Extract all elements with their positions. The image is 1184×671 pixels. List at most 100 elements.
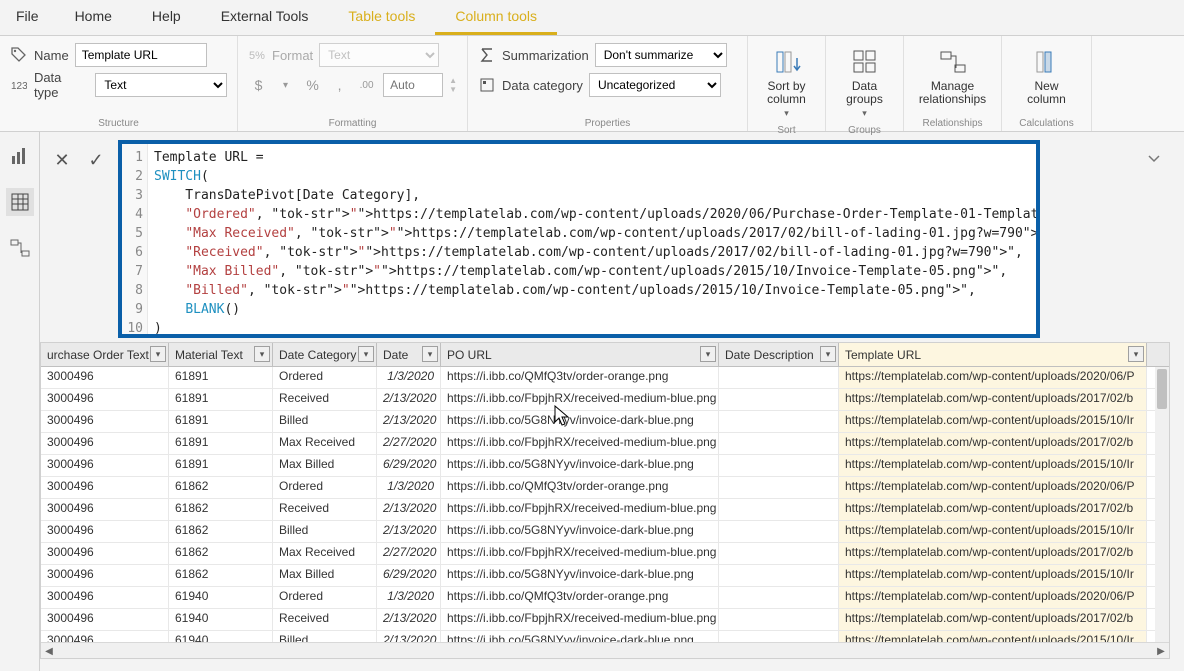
table-cell[interactable]: 61891 [169,433,273,454]
table-cell[interactable] [719,565,839,586]
report-view-button[interactable] [6,142,34,170]
column-filter-button[interactable]: ▾ [358,346,374,362]
column-filter-button[interactable]: ▾ [150,346,166,362]
tab-home[interactable]: Home [55,0,132,35]
table-cell[interactable]: 3000496 [41,477,169,498]
table-cell[interactable]: https://i.ibb.co/FbpjhRX/received-medium… [441,389,719,410]
table-cell[interactable]: Ordered [273,367,377,388]
table-cell[interactable]: Received [273,499,377,520]
table-cell[interactable]: 2/13/2020 [377,411,441,432]
table-row[interactable]: 300049661862Billed2/13/2020https://i.ibb… [41,521,1169,543]
table-cell[interactable]: 61862 [169,565,273,586]
table-cell[interactable] [719,543,839,564]
horizontal-scrollbar[interactable]: ◀ ▶ [41,642,1169,658]
table-cell[interactable]: 3000496 [41,433,169,454]
table-cell[interactable] [719,631,839,642]
table-cell[interactable] [719,389,839,410]
table-cell[interactable]: 1/3/2020 [377,367,441,388]
table-cell[interactable]: https://templatelab.com/wp-content/uploa… [839,587,1147,608]
new-column-button[interactable]: New column [1012,42,1081,110]
column-header[interactable]: Date▾ [377,343,441,366]
vertical-scrollbar[interactable] [1155,367,1169,642]
table-cell[interactable] [719,477,839,498]
column-header[interactable]: PO URL▾ [441,343,719,366]
table-cell[interactable]: 2/13/2020 [377,631,441,642]
column-header[interactable]: Template URL▾ [839,343,1147,366]
table-cell[interactable]: 3000496 [41,411,169,432]
table-cell[interactable]: https://templatelab.com/wp-content/uploa… [839,389,1147,410]
table-cell[interactable]: https://templatelab.com/wp-content/uploa… [839,565,1147,586]
data-view-button[interactable] [6,188,34,216]
scrollbar-thumb[interactable] [1157,369,1167,409]
table-row[interactable]: 300049661891Billed2/13/2020https://i.ibb… [41,411,1169,433]
manage-relationships-button[interactable]: Manage relationships [914,42,991,110]
formula-editor[interactable]: 12345678910 Template URL = SWITCH( Trans… [118,140,1040,338]
column-filter-button[interactable]: ▾ [1128,346,1144,362]
table-cell[interactable]: https://i.ibb.co/FbpjhRX/received-medium… [441,609,719,630]
table-cell[interactable]: https://templatelab.com/wp-content/uploa… [839,477,1147,498]
column-filter-button[interactable]: ▾ [820,346,836,362]
table-cell[interactable]: https://templatelab.com/wp-content/uploa… [839,367,1147,388]
table-cell[interactable]: 3000496 [41,587,169,608]
table-cell[interactable] [719,499,839,520]
table-cell[interactable]: https://i.ibb.co/QMfQ3tv/order-orange.pn… [441,367,719,388]
data-groups-button[interactable]: Data groups ▾ [836,42,893,123]
table-cell[interactable]: 61940 [169,631,273,642]
table-cell[interactable]: https://templatelab.com/wp-content/uploa… [839,631,1147,642]
column-filter-button[interactable]: ▾ [422,346,438,362]
table-cell[interactable]: https://i.ibb.co/5G8NYyv/invoice-dark-bl… [441,565,719,586]
table-cell[interactable]: Ordered [273,587,377,608]
table-cell[interactable]: 2/13/2020 [377,609,441,630]
table-cell[interactable]: 6/29/2020 [377,455,441,476]
table-cell[interactable]: https://templatelab.com/wp-content/uploa… [839,499,1147,520]
table-cell[interactable]: https://templatelab.com/wp-content/uploa… [839,543,1147,564]
table-cell[interactable]: 3000496 [41,455,169,476]
sort-by-column-button[interactable]: Sort by column ▾ [758,42,815,123]
table-cell[interactable]: 3000496 [41,609,169,630]
table-cell[interactable]: https://templatelab.com/wp-content/uploa… [839,433,1147,454]
table-cell[interactable] [719,433,839,454]
table-cell[interactable]: https://templatelab.com/wp-content/uploa… [839,455,1147,476]
column-filter-button[interactable]: ▾ [700,346,716,362]
table-cell[interactable]: https://i.ibb.co/5G8NYyv/invoice-dark-bl… [441,631,719,642]
table-cell[interactable]: https://templatelab.com/wp-content/uploa… [839,609,1147,630]
table-cell[interactable]: Billed [273,411,377,432]
table-row[interactable]: 300049661862Received2/13/2020https://i.i… [41,499,1169,521]
table-cell[interactable]: Received [273,609,377,630]
table-cell[interactable]: 3000496 [41,521,169,542]
table-cell[interactable]: 2/27/2020 [377,543,441,564]
table-row[interactable]: 300049661940Ordered1/3/2020https://i.ibb… [41,587,1169,609]
table-cell[interactable]: https://i.ibb.co/FbpjhRX/received-medium… [441,543,719,564]
table-cell[interactable]: 1/3/2020 [377,477,441,498]
table-cell[interactable]: 2/13/2020 [377,499,441,520]
table-cell[interactable]: 61940 [169,587,273,608]
table-cell[interactable]: https://i.ibb.co/5G8NYyv/invoice-dark-bl… [441,521,719,542]
table-cell[interactable]: Billed [273,631,377,642]
table-cell[interactable]: https://i.ibb.co/5G8NYyv/invoice-dark-bl… [441,455,719,476]
expand-formula-button[interactable] [1144,148,1164,168]
cancel-formula-button[interactable]: ✕ [50,148,74,172]
table-cell[interactable]: 3000496 [41,367,169,388]
name-input[interactable] [75,43,207,67]
table-row[interactable]: 300049661891Ordered1/3/2020https://i.ibb… [41,367,1169,389]
column-header[interactable]: Date Description▾ [719,343,839,366]
table-cell[interactable]: https://i.ibb.co/QMfQ3tv/order-orange.pn… [441,477,719,498]
table-cell[interactable]: 1/3/2020 [377,587,441,608]
table-cell[interactable]: 61862 [169,521,273,542]
tab-table-tools[interactable]: Table tools [328,0,435,35]
tab-help[interactable]: Help [132,0,201,35]
table-row[interactable]: 300049661891Received2/13/2020https://i.i… [41,389,1169,411]
table-cell[interactable] [719,587,839,608]
table-cell[interactable] [719,455,839,476]
table-cell[interactable]: Max Billed [273,455,377,476]
table-cell[interactable]: 2/13/2020 [377,521,441,542]
table-row[interactable]: 300049661940Billed2/13/2020https://i.ibb… [41,631,1169,642]
table-cell[interactable]: 61891 [169,389,273,410]
table-row[interactable]: 300049661891Max Billed6/29/2020https://i… [41,455,1169,477]
column-header[interactable]: Material Text▾ [169,343,273,366]
table-row[interactable]: 300049661891Max Received2/27/2020https:/… [41,433,1169,455]
table-row[interactable]: 300049661862Max Billed6/29/2020https://i… [41,565,1169,587]
table-cell[interactable] [719,367,839,388]
table-cell[interactable]: 6/29/2020 [377,565,441,586]
table-cell[interactable]: 61891 [169,455,273,476]
